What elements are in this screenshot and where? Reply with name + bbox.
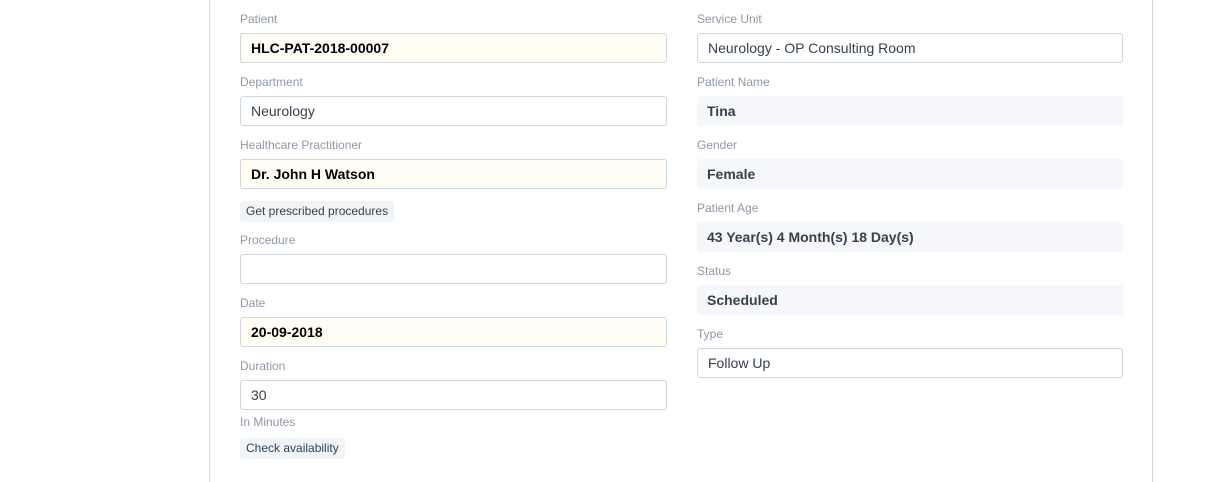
status-label: Status — [697, 264, 732, 278]
patient-name-label: Patient Name — [697, 75, 770, 89]
gender-value: Female — [697, 159, 1123, 189]
practitioner-input[interactable]: Dr. John H Watson — [240, 159, 667, 189]
patient-field: Patient HLC-PAT-2018-00007 — [240, 12, 667, 63]
service-unit-field: Service Unit Neurology - OP Consulting R… — [697, 12, 1124, 63]
check-availability-button[interactable]: Check availability — [240, 438, 345, 459]
gender-label: Gender — [697, 138, 738, 152]
get-procedures-row: Get prescribed procedures — [240, 201, 667, 222]
status-value: Scheduled — [697, 285, 1123, 315]
service-unit-input[interactable]: Neurology - OP Consulting Room — [697, 33, 1123, 63]
appointment-form: Patient HLC-PAT-2018-00007 Department Ne… — [209, 0, 1153, 482]
duration-input[interactable]: 30 — [240, 380, 667, 410]
duration-label: Duration — [240, 359, 286, 373]
type-label: Type — [697, 327, 724, 341]
practitioner-label: Healthcare Practitioner — [240, 138, 363, 152]
patient-input[interactable]: HLC-PAT-2018-00007 — [240, 33, 667, 63]
department-input[interactable]: Neurology — [240, 96, 667, 126]
procedure-input[interactable] — [240, 254, 667, 284]
page: Patient HLC-PAT-2018-00007 Department Ne… — [0, 0, 1208, 482]
patient-label: Patient — [240, 12, 278, 26]
department-label: Department — [240, 75, 303, 89]
patient-name-field: Patient Name Tina — [697, 75, 1124, 126]
get-prescribed-procedures-button[interactable]: Get prescribed procedures — [240, 201, 395, 222]
practitioner-field: Healthcare Practitioner Dr. John H Watso… — [240, 138, 667, 189]
date-field: Date 20-09-2018 — [240, 296, 667, 347]
duration-help-text: In Minutes — [240, 415, 296, 429]
patient-age-value: 43 Year(s) 4 Month(s) 18 Day(s) — [697, 222, 1123, 252]
date-label: Date — [240, 296, 266, 310]
patient-age-label: Patient Age — [697, 201, 759, 215]
status-field: Status Scheduled — [697, 264, 1124, 315]
type-field: Type Follow Up — [697, 327, 1124, 378]
duration-field: Duration 30 In Minutes — [240, 359, 667, 429]
type-input[interactable]: Follow Up — [697, 348, 1123, 378]
form-column-right: Service Unit Neurology - OP Consulting R… — [697, 0, 1124, 378]
patient-name-value: Tina — [697, 96, 1123, 126]
procedure-field: Procedure — [240, 233, 667, 284]
department-field: Department Neurology — [240, 75, 667, 126]
procedure-label: Procedure — [240, 233, 296, 247]
date-input[interactable]: 20-09-2018 — [240, 317, 667, 347]
gender-field: Gender Female — [697, 138, 1124, 189]
service-unit-label: Service Unit — [697, 12, 762, 26]
check-availability-row: Check availability — [240, 438, 667, 459]
form-column-left: Patient HLC-PAT-2018-00007 Department Ne… — [240, 0, 667, 459]
patient-age-field: Patient Age 43 Year(s) 4 Month(s) 18 Day… — [697, 201, 1124, 252]
